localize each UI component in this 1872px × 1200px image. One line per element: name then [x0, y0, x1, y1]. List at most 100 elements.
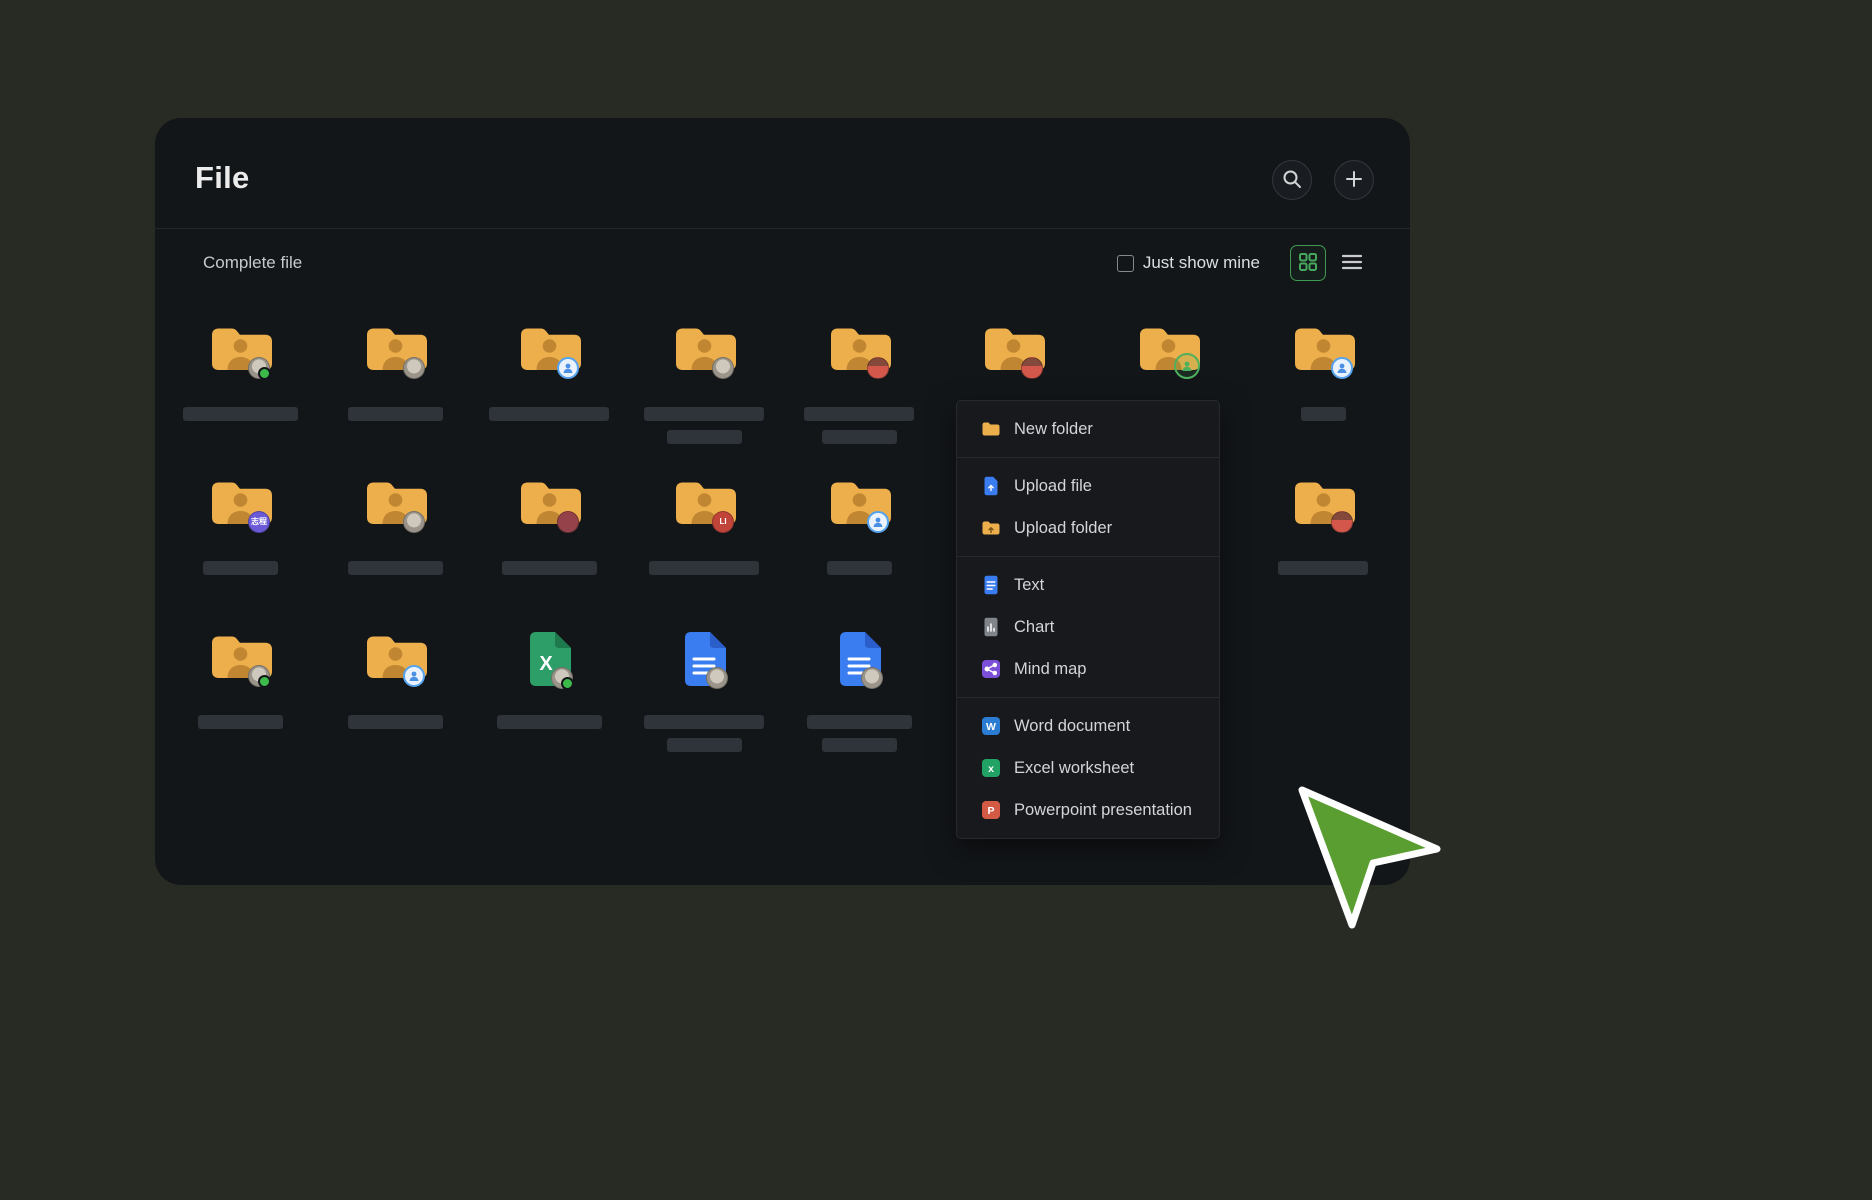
file-item[interactable]	[789, 477, 929, 575]
member-avatar: 志程	[248, 511, 270, 533]
cursor-arrow	[1290, 782, 1450, 934]
file-name-placeholder	[649, 561, 759, 575]
file-item[interactable]	[325, 477, 465, 575]
file-name-placeholder	[667, 430, 742, 444]
menu-item-label: Excel worksheet	[1014, 759, 1134, 778]
file-item[interactable]	[634, 323, 774, 444]
ppt-icon: P	[981, 800, 1001, 820]
file-item[interactable]: X	[479, 631, 619, 729]
member-avatar	[706, 667, 728, 689]
file-name-placeholder	[348, 561, 443, 575]
upload-folder-icon	[981, 518, 1001, 538]
word-icon: W	[981, 716, 1001, 736]
menu-item-label: Chart	[1014, 618, 1054, 637]
menu-item-new-folder[interactable]: New folder	[957, 408, 1219, 450]
file-grid: 志程 LI X	[155, 118, 1410, 885]
file-item[interactable]	[479, 477, 619, 575]
file-name-placeholder	[203, 561, 278, 575]
file-item[interactable]	[789, 323, 929, 444]
file-item[interactable]: LI	[634, 477, 774, 575]
file-name-placeholder	[1301, 407, 1346, 421]
menu-item-label: Mind map	[1014, 660, 1086, 679]
file-item[interactable]	[634, 631, 774, 752]
member-avatar	[557, 357, 579, 379]
file-item[interactable]	[170, 323, 310, 421]
menu-item-text[interactable]: Text	[957, 564, 1219, 606]
file-item[interactable]	[1098, 323, 1238, 381]
menu-section: Upload file Upload folder	[957, 457, 1219, 556]
file-name-placeholder	[644, 715, 764, 729]
menu-item-excel-worksheet[interactable]: x Excel worksheet	[957, 747, 1219, 789]
menu-item-label: Text	[1014, 576, 1044, 595]
file-name-placeholder	[667, 738, 742, 752]
file-item[interactable]	[1253, 477, 1393, 575]
chart-file-icon	[981, 617, 1001, 637]
file-name-placeholder	[348, 715, 443, 729]
mindmap-icon	[981, 659, 1001, 679]
svg-text:P: P	[987, 805, 994, 817]
member-avatar	[557, 511, 579, 533]
menu-section: New folder	[957, 401, 1219, 457]
file-item[interactable]	[1253, 323, 1393, 421]
text-file-icon	[981, 575, 1001, 595]
upload-file-icon	[981, 476, 1001, 496]
member-avatar	[551, 667, 573, 689]
menu-item-label: Upload file	[1014, 477, 1092, 496]
new-folder-icon	[981, 419, 1001, 439]
file-item[interactable]	[789, 631, 929, 752]
member-avatar	[861, 667, 883, 689]
file-name-placeholder	[502, 561, 597, 575]
menu-section: W Word document x Excel worksheet P Powerpoin…	[957, 697, 1219, 838]
file-name-placeholder	[827, 561, 892, 575]
member-avatar	[867, 511, 889, 533]
file-name-placeholder	[644, 407, 764, 421]
excel-icon: x	[981, 758, 1001, 778]
file-name-placeholder	[822, 430, 897, 444]
file-item[interactable]: 志程	[170, 477, 310, 575]
member-avatar	[248, 357, 270, 379]
online-status-dot	[258, 675, 271, 688]
desktop-background: File Complete file Just show mine	[0, 0, 1872, 1200]
file-item[interactable]	[479, 323, 619, 421]
context-menu: New folder Upload file Upload folder Text Ch…	[956, 400, 1220, 839]
file-name-placeholder	[804, 407, 914, 421]
menu-item-word-document[interactable]: W Word document	[957, 705, 1219, 747]
member-avatar	[1021, 357, 1043, 379]
member-avatar	[403, 665, 425, 687]
member-avatar	[403, 357, 425, 379]
menu-item-powerpoint-presentation[interactable]: P Powerpoint presentation	[957, 789, 1219, 831]
member-avatar	[403, 511, 425, 533]
file-item[interactable]	[170, 631, 310, 729]
member-avatar	[248, 665, 270, 687]
file-item[interactable]	[325, 631, 465, 729]
menu-item-chart[interactable]: Chart	[957, 606, 1219, 648]
file-name-placeholder	[822, 738, 897, 752]
svg-text:W: W	[986, 721, 996, 733]
file-name-placeholder	[198, 715, 283, 729]
menu-section: Text Chart Mind map	[957, 556, 1219, 697]
svg-text:X: X	[539, 653, 553, 675]
shared-folder-badge	[1174, 353, 1200, 379]
menu-item-label: Powerpoint presentation	[1014, 801, 1192, 820]
menu-item-label: New folder	[1014, 420, 1093, 439]
menu-item-mind-map[interactable]: Mind map	[957, 648, 1219, 690]
file-name-placeholder	[489, 407, 609, 421]
file-item[interactable]	[943, 323, 1083, 381]
file-name-placeholder	[1278, 561, 1368, 575]
file-name-placeholder	[348, 407, 443, 421]
file-manager-window: File Complete file Just show mine	[155, 118, 1410, 885]
file-name-placeholder	[807, 715, 912, 729]
member-avatar	[1331, 511, 1353, 533]
member-avatar	[867, 357, 889, 379]
file-name-placeholder	[497, 715, 602, 729]
member-avatar: LI	[712, 511, 734, 533]
online-status-dot	[561, 677, 574, 690]
file-item[interactable]	[325, 323, 465, 421]
menu-item-label: Word document	[1014, 717, 1130, 736]
menu-item-upload-file[interactable]: Upload file	[957, 465, 1219, 507]
member-avatar	[712, 357, 734, 379]
menu-item-upload-folder[interactable]: Upload folder	[957, 507, 1219, 549]
menu-item-label: Upload folder	[1014, 519, 1112, 538]
member-avatar	[1331, 357, 1353, 379]
svg-text:x: x	[988, 763, 994, 775]
